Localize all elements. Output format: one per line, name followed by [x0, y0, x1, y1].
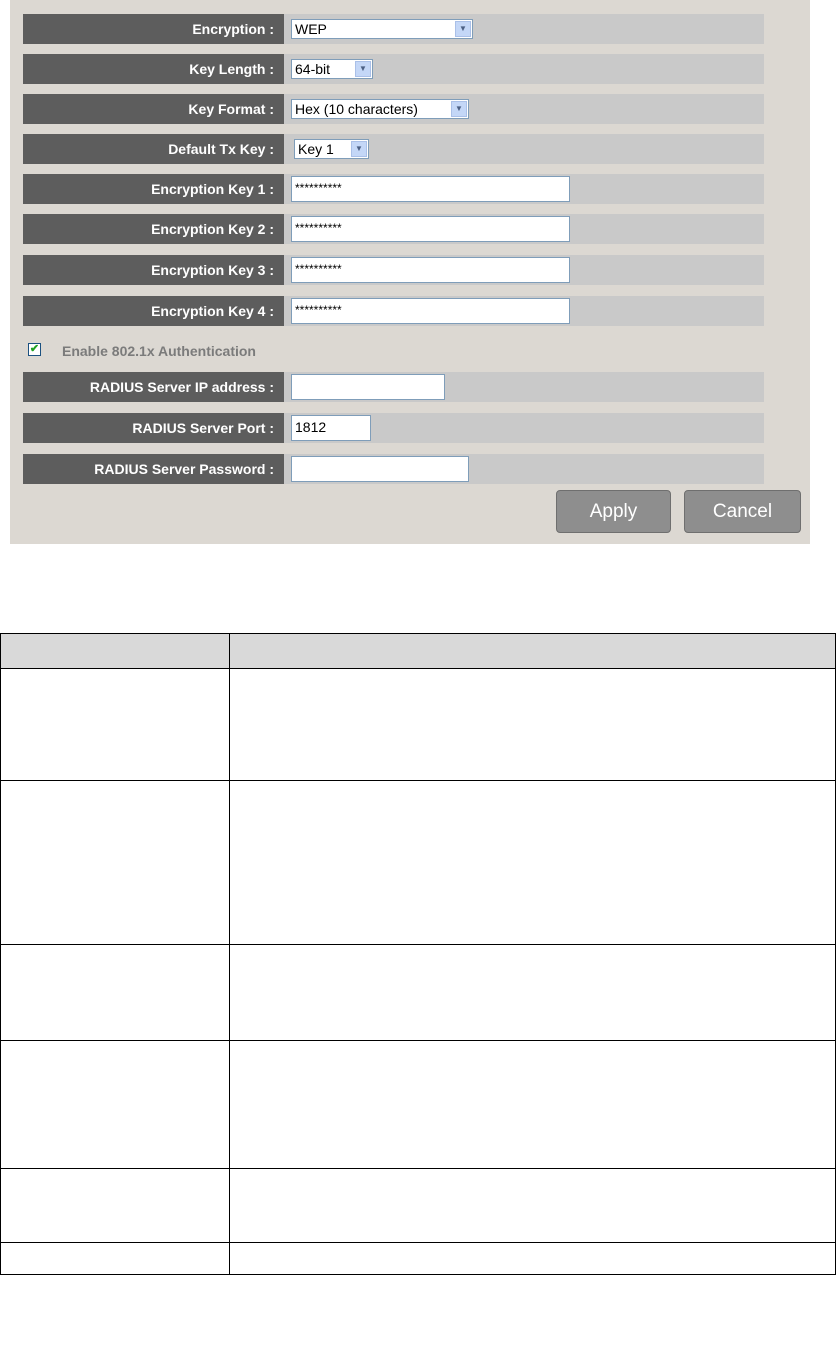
table-cell-description [229, 780, 836, 945]
wireless-security-panel: Encryption : WEP ▼ Key Length : 64-bit ▼… [10, 0, 810, 544]
description-table [0, 633, 836, 1275]
encryption-key-1-input[interactable]: ********** [291, 176, 570, 202]
encryption-key-1-label: Encryption Key 1 : [23, 174, 284, 204]
radius-port-row: RADIUS Server Port : 1812 [23, 413, 764, 443]
table-row [0, 944, 836, 1041]
default-tx-key-select[interactable]: Key 1 ▼ [294, 139, 369, 159]
key-format-row: Key Format : Hex (10 characters) ▼ [23, 94, 764, 124]
table-cell-item [0, 1168, 230, 1243]
radius-password-label: RADIUS Server Password : [23, 454, 284, 484]
checkmark-icon: ✔ [29, 343, 40, 355]
key-length-label: Key Length : [23, 54, 284, 84]
encryption-select-value: WEP [295, 21, 327, 37]
enable-8021x-checkbox[interactable]: ✔ [28, 343, 41, 356]
encryption-key-2-input[interactable]: ********** [291, 216, 570, 242]
key-format-select-value: Hex (10 characters) [295, 101, 418, 117]
default-tx-key-row: Default Tx Key : Key 1 ▼ [23, 134, 764, 164]
encryption-key-3-input[interactable]: ********** [291, 257, 570, 283]
default-tx-key-label: Default Tx Key : [23, 134, 284, 164]
encryption-key-3-label: Encryption Key 3 : [23, 255, 284, 285]
key-format-label: Key Format : [23, 94, 284, 124]
cancel-button[interactable]: Cancel [684, 490, 801, 533]
table-cell-description [229, 1040, 836, 1169]
encryption-key-4-input[interactable]: ********** [291, 298, 570, 324]
encryption-key-4-row: Encryption Key 4 : ********** [23, 296, 764, 326]
default-tx-key-select-value: Key 1 [298, 141, 334, 157]
encryption-key-2-row: Encryption Key 2 : ********** [23, 214, 764, 244]
chevron-down-icon: ▼ [451, 101, 467, 117]
table-row [0, 780, 836, 945]
radius-ip-row: RADIUS Server IP address : [23, 372, 764, 402]
encryption-row: Encryption : WEP ▼ [23, 14, 764, 44]
radius-port-input[interactable]: 1812 [291, 415, 371, 441]
table-cell-item [0, 1040, 230, 1169]
key-format-select[interactable]: Hex (10 characters) ▼ [291, 99, 469, 119]
table-row [0, 668, 836, 781]
encryption-key-2-label: Encryption Key 2 : [23, 214, 284, 244]
table-header-cell [229, 633, 836, 669]
table-row [0, 1040, 836, 1169]
table-cell-item [0, 668, 230, 781]
radius-password-row: RADIUS Server Password : [23, 454, 764, 484]
table-cell-description [229, 668, 836, 781]
table-row [0, 1242, 836, 1275]
table-cell-description [229, 1242, 836, 1275]
encryption-select[interactable]: WEP ▼ [291, 19, 473, 39]
table-cell-description [229, 944, 836, 1041]
key-length-select[interactable]: 64-bit ▼ [291, 59, 373, 79]
chevron-down-icon: ▼ [355, 61, 371, 77]
key-length-select-value: 64-bit [295, 61, 331, 77]
radius-port-label: RADIUS Server Port : [23, 413, 284, 443]
encryption-key-3-row: Encryption Key 3 : ********** [23, 255, 764, 285]
radius-password-input[interactable] [291, 456, 469, 482]
table-header-row [0, 633, 836, 669]
encryption-key-1-row: Encryption Key 1 : ********** [23, 174, 764, 204]
key-length-row: Key Length : 64-bit ▼ [23, 54, 764, 84]
encryption-key-4-label: Encryption Key 4 : [23, 296, 284, 326]
table-row [0, 1168, 836, 1243]
table-cell-description [229, 1168, 836, 1243]
encryption-label: Encryption : [23, 14, 284, 44]
table-cell-item [0, 780, 230, 945]
table-header-cell [0, 633, 230, 669]
chevron-down-icon: ▼ [455, 21, 471, 37]
chevron-down-icon: ▼ [351, 141, 367, 157]
table-cell-item [0, 1242, 230, 1275]
apply-button[interactable]: Apply [556, 490, 671, 533]
table-cell-item [0, 944, 230, 1041]
radius-ip-input[interactable] [291, 374, 445, 400]
enable-8021x-label: Enable 802.1x Authentication [62, 343, 256, 359]
radius-ip-label: RADIUS Server IP address : [23, 372, 284, 402]
